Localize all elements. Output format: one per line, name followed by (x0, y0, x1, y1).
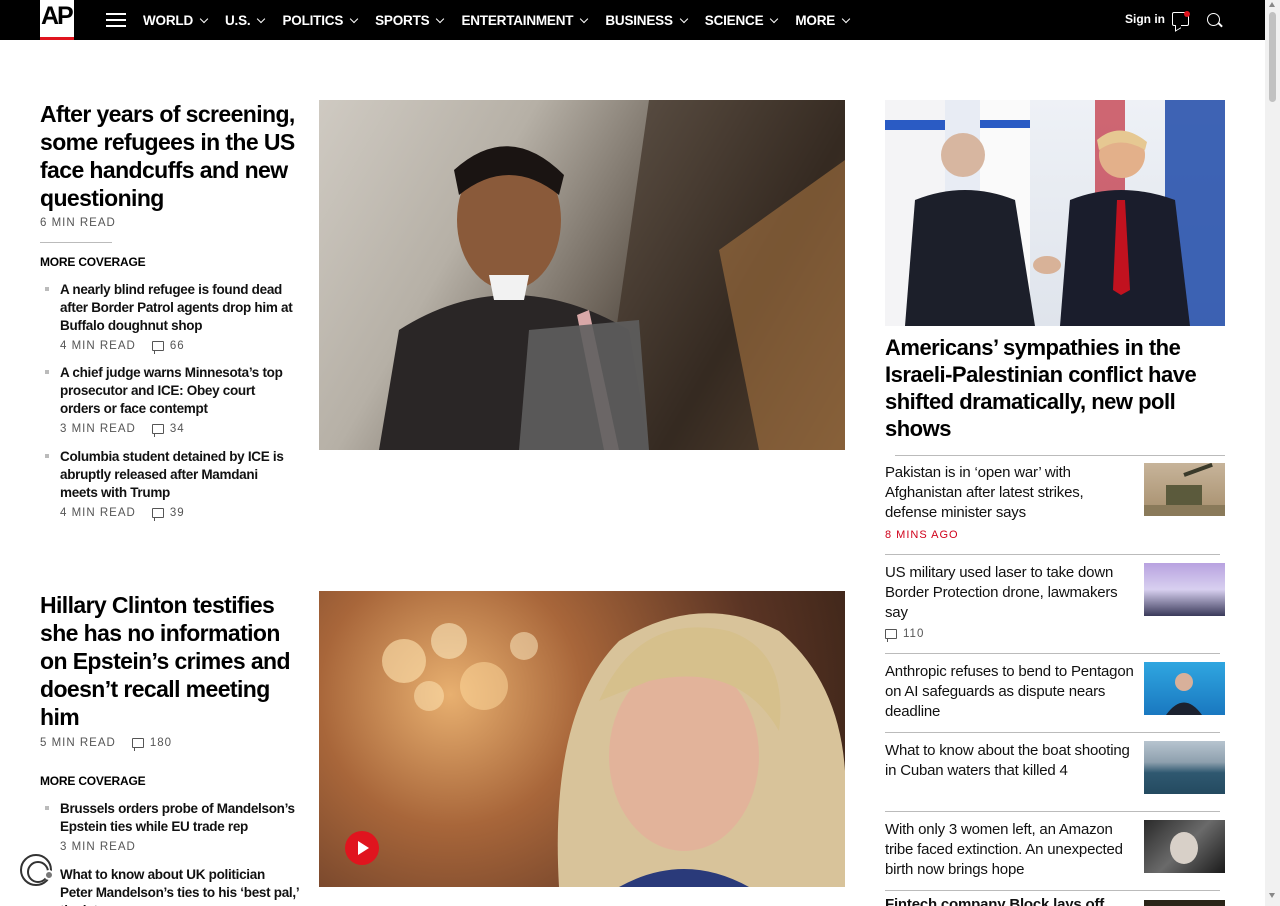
sidebar-item-link[interactable]: Fintech company Block lays off 4,000 (885, 895, 1135, 906)
sidebar-item-link[interactable]: Pakistan is in ‘open war’ with Afghanist… (885, 463, 1135, 523)
scroll-thumb[interactable] (1269, 12, 1276, 102)
scrollbar[interactable] (1265, 0, 1280, 906)
nav-science[interactable]: SCIENCE (705, 13, 779, 28)
divider (885, 890, 1220, 891)
play-video-button[interactable] (345, 831, 379, 865)
sidebar-item-link[interactable]: Anthropic refuses to bend to Pentagon on… (885, 662, 1135, 722)
thumbnail-illustration (1170, 832, 1198, 864)
coverage-link[interactable]: Columbia student detained by ICE is abru… (60, 448, 295, 502)
divider (40, 242, 112, 243)
clinton-photo[interactable] (319, 591, 845, 887)
chevron-down-icon (580, 14, 589, 23)
comment-icon (131, 738, 144, 751)
photo-illustration (382, 613, 845, 887)
bullet (45, 806, 49, 810)
more-coverage-label: MORE COVERAGE (40, 774, 146, 788)
comment-count[interactable]: 110 (885, 628, 924, 642)
search-icon[interactable] (1207, 13, 1220, 26)
sidebar-item-link[interactable]: US military used laser to take down Bord… (885, 563, 1135, 623)
thumbnail-illustration (1144, 463, 1225, 516)
nav-entertainment[interactable]: ENTERTAINMENT (461, 13, 589, 28)
divider (895, 455, 1225, 456)
item-meta: 3 MIN READ (60, 841, 136, 853)
more-coverage-label: MORE COVERAGE (40, 255, 146, 269)
laser-drone-thumbnail[interactable] (1144, 563, 1225, 616)
comment-icon (885, 629, 897, 642)
chevron-down-icon (770, 14, 779, 23)
sign-in-link[interactable]: Sign in (1125, 12, 1165, 26)
lead-headline[interactable]: After years of screening, some refugees … (40, 100, 300, 212)
scroll-up-arrow[interactable] (1269, 2, 1275, 7)
item-meta: 4 MIN READ 39 (60, 507, 185, 521)
top-nav-bar: AP WORLD U.S. POLITICS SPORTS ENTERTAINM… (0, 0, 1265, 40)
menu-icon[interactable] (106, 13, 126, 27)
comment-count[interactable]: 66 (151, 340, 185, 354)
nav-world[interactable]: WORLD (143, 13, 209, 28)
bullet (45, 370, 49, 374)
block-thumbnail[interactable] (1144, 900, 1225, 906)
comment-count[interactable]: 34 (151, 423, 185, 437)
nav-sports[interactable]: SPORTS (375, 13, 445, 28)
divider (885, 653, 1220, 654)
second-headline[interactable]: Hillary Clinton testifies she has no inf… (40, 591, 300, 731)
notification-dot (1184, 11, 1190, 17)
comment-count[interactable]: 39 (151, 507, 185, 521)
refugee-photo[interactable] (319, 100, 845, 450)
sidebar-item-link[interactable]: What to know about the boat shooting in … (885, 741, 1135, 781)
nav-more[interactable]: MORE (795, 13, 851, 28)
chevron-down-icon (679, 14, 689, 23)
comment-count[interactable]: 180 (131, 737, 172, 751)
chevron-down-icon (841, 14, 851, 23)
comment-icon (151, 341, 164, 354)
nav-us[interactable]: U.S. (225, 13, 266, 28)
pakistan-thumbnail[interactable] (1144, 463, 1225, 516)
thumbnail-illustration (1166, 673, 1202, 715)
photo-illustration (379, 100, 845, 450)
logo-text: AP (41, 2, 74, 30)
bullet (45, 454, 49, 458)
coverage-link[interactable]: What to know about UK politician Peter M… (60, 866, 300, 906)
chevron-down-icon (349, 14, 359, 23)
divider (885, 554, 1220, 555)
ap-logo[interactable]: AP (40, 0, 74, 40)
sidebar-lead-headline[interactable]: Americans’ sympathies in the Israeli-Pal… (885, 334, 1215, 442)
read-time: 5 MIN READ 180 (40, 737, 173, 751)
photo-illustration (885, 100, 1225, 326)
timestamp: 8 MINS AGO (885, 529, 959, 541)
main-nav: WORLD U.S. POLITICS SPORTS ENTERTAINMENT… (143, 0, 867, 40)
coverage-link[interactable]: A nearly blind refugee is found dead aft… (60, 281, 295, 335)
anthropic-thumbnail[interactable] (1144, 662, 1225, 715)
comment-icon (151, 424, 164, 437)
chevron-down-icon (436, 14, 445, 23)
bullet (45, 287, 49, 291)
nav-business[interactable]: BUSINESS (605, 13, 689, 28)
cuba-boat-thumbnail[interactable] (1144, 741, 1225, 794)
coverage-link[interactable]: A chief judge warns Minnesota’s top pros… (60, 364, 295, 418)
nav-politics[interactable]: POLITICS (282, 13, 359, 28)
accessibility-status-dot (44, 870, 54, 880)
item-meta: 3 MIN READ 34 (60, 423, 185, 437)
read-time: 6 MIN READ (40, 217, 116, 229)
divider (885, 732, 1220, 733)
netanyahu-trump-photo[interactable] (885, 100, 1225, 326)
coverage-link[interactable]: Brussels orders probe of Mandelson’s Eps… (60, 800, 295, 836)
divider (885, 811, 1220, 812)
chevron-down-icon (257, 14, 266, 23)
sidebar-item-link[interactable]: With only 3 women left, an Amazon tribe … (885, 820, 1135, 880)
amazon-tribe-thumbnail[interactable] (1144, 820, 1225, 873)
item-meta: 110 (885, 628, 924, 642)
comment-icon (151, 508, 164, 521)
scroll-down-arrow[interactable] (1269, 893, 1275, 898)
chevron-down-icon (199, 14, 209, 23)
item-meta: 4 MIN READ 66 (60, 340, 185, 354)
